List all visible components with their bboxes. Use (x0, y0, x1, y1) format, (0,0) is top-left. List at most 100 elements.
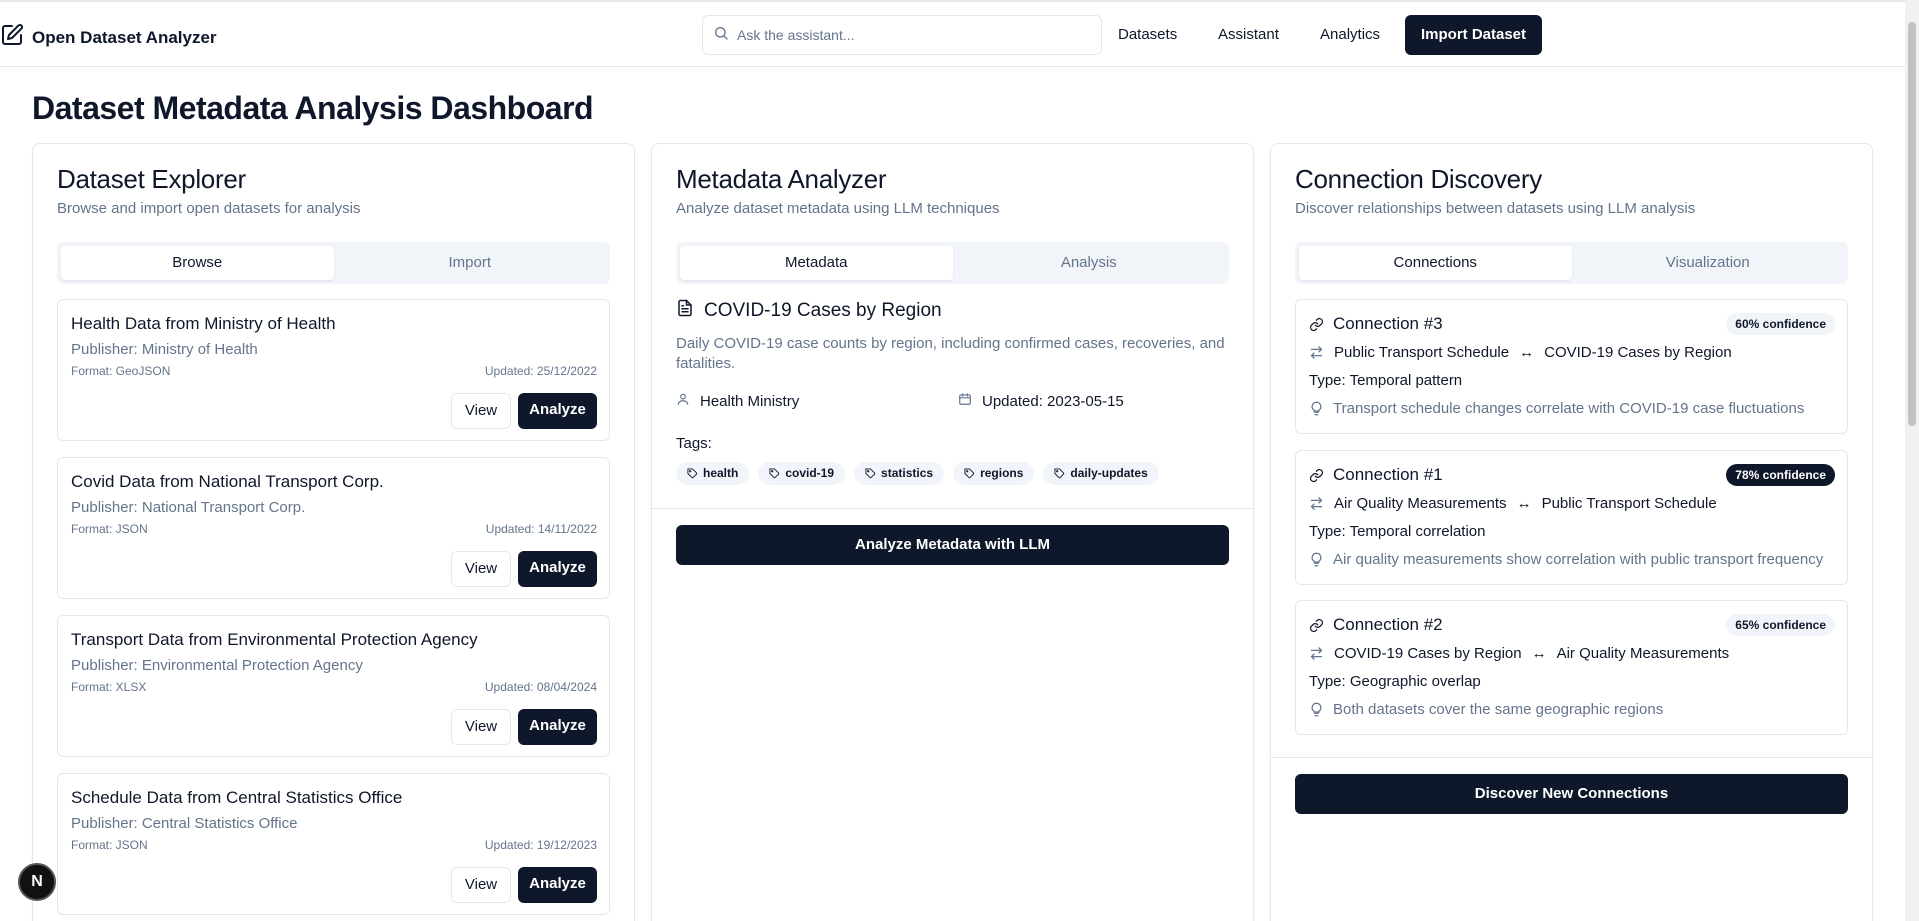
dataset-updated: Updated: 08/04/2024 (484, 680, 597, 694)
connection-discovery-card: Connection Discovery Discover relationsh… (1270, 143, 1873, 921)
tab-import[interactable]: Import (334, 246, 607, 280)
tab-metadata[interactable]: Metadata (680, 246, 953, 280)
connection-target: Air Quality Measurements (1556, 645, 1730, 662)
brand[interactable]: Open Dataset Analyzer (0, 23, 217, 52)
analyze-button[interactable]: Analyze (518, 867, 597, 903)
discovery-tabs: Connections Visualization (1295, 242, 1848, 284)
scrollbar-thumb[interactable] (1908, 22, 1916, 426)
card-title: Dataset Explorer (57, 164, 246, 194)
arrows-exchange-icon (1310, 647, 1323, 660)
dataset-title: Schedule Data from Central Statistics Of… (71, 788, 403, 807)
connection-insight-text: Air quality measurements show correlatio… (1333, 551, 1824, 568)
analyze-button[interactable]: Analyze (518, 709, 597, 745)
tag-icon (964, 468, 975, 479)
dataset-format: Format: GeoJSON (71, 364, 171, 378)
connection-pair: Air Quality Measurements ↔ Public Transp… (1309, 495, 1717, 512)
tag-label: health (703, 466, 739, 480)
connection-title: Connection #2 (1333, 615, 1443, 634)
connection-type: Type: Temporal correlation (1309, 523, 1486, 540)
dataset-header: COVID-19 Cases by Region (676, 299, 942, 322)
connection-type-prefix: Type: (1309, 673, 1346, 690)
analyze-button[interactable]: Analyze (518, 393, 597, 429)
connection-type-prefix: Type: (1309, 372, 1346, 389)
tag-icon (687, 468, 698, 479)
connection-card[interactable]: Connection #3 60% confidence Public Tran… (1295, 299, 1848, 434)
view-button[interactable]: View (451, 551, 511, 587)
dev-tools-button[interactable]: N (18, 863, 56, 901)
dataset-format: Format: JSON (71, 522, 148, 536)
connection-card[interactable]: Connection #1 78% confidence Air Quality… (1295, 450, 1848, 585)
lightbulb-icon (1311, 702, 1322, 717)
view-button[interactable]: View (451, 393, 511, 429)
connection-insight: Air quality measurements show correlatio… (1309, 551, 1823, 568)
connection-source: Air Quality Measurements (1334, 495, 1507, 512)
connection-title: Connection #1 (1333, 465, 1443, 484)
assistant-search[interactable] (702, 15, 1102, 55)
tag-icon (769, 468, 780, 479)
dataset-publisher: Publisher: Ministry of Health (71, 341, 258, 358)
view-button[interactable]: View (451, 709, 511, 745)
confidence-badge: 78% confidence (1726, 464, 1835, 486)
tags-label: Tags: (676, 435, 712, 452)
publisher-row: Health Ministry (676, 392, 799, 410)
arrows-exchange-icon (1310, 497, 1323, 510)
view-button[interactable]: View (451, 867, 511, 903)
analyze-metadata-button[interactable]: Analyze Metadata with LLM (676, 525, 1229, 565)
dataset-item: Health Data from Ministry of Health Publ… (57, 299, 610, 441)
import-dataset-button[interactable]: Import Dataset (1405, 15, 1543, 55)
lightbulb-icon (1311, 552, 1322, 567)
page-scrollbar[interactable] (1905, 0, 1919, 921)
tab-analysis[interactable]: Analysis (953, 246, 1226, 280)
tab-visualization[interactable]: Visualization (1572, 246, 1845, 280)
connection-type-value: Geographic overlap (1349, 673, 1481, 690)
dataset-title: COVID-19 Cases by Region (704, 299, 942, 321)
connection-insight: Both datasets cover the same geographic … (1309, 701, 1663, 718)
tab-connections[interactable]: Connections (1299, 246, 1572, 280)
dataset-item: Covid Data from National Transport Corp.… (57, 457, 610, 599)
connection-header: Connection #3 (1309, 314, 1443, 334)
connection-target: COVID-19 Cases by Region (1544, 344, 1732, 361)
dataset-description: Daily COVID-19 case counts by region, in… (676, 335, 1225, 372)
tag-label: covid-19 (785, 466, 835, 480)
tag: daily-updates (1043, 462, 1159, 485)
connection-card[interactable]: Connection #2 65% confidence COVID-19 Ca… (1295, 600, 1848, 735)
search-icon (713, 25, 729, 46)
link-icon (1309, 317, 1324, 331)
top-navigation-bar: Open Dataset Analyzer Datasets Assistant… (0, 0, 1905, 67)
metadata-analyzer-card: Metadata Analyzer Analyze dataset metada… (651, 143, 1254, 921)
card-description: Analyze dataset metadata using LLM techn… (676, 200, 1000, 217)
link-icon (1309, 468, 1324, 482)
assistant-search-input[interactable] (737, 27, 1077, 43)
dataset-publisher: Publisher: Environmental Protection Agen… (71, 657, 363, 674)
user-icon (676, 392, 690, 410)
card-description: Discover relationships between datasets … (1295, 200, 1696, 217)
connection-pair: COVID-19 Cases by Region ↔ Air Quality M… (1309, 645, 1729, 662)
tag-list: health covid-19 statistics regions daily… (676, 462, 1159, 485)
card-title: Metadata Analyzer (676, 164, 887, 194)
dataset-title: Covid Data from National Transport Corp. (71, 472, 384, 491)
discover-connections-button[interactable]: Discover New Connections (1295, 774, 1848, 814)
connection-type-value: Temporal correlation (1349, 523, 1486, 540)
tab-browse[interactable]: Browse (61, 246, 334, 280)
connection-header: Connection #2 (1309, 615, 1443, 635)
nav-datasets[interactable]: Datasets (1104, 15, 1191, 55)
nav-analytics[interactable]: Analytics (1306, 15, 1394, 55)
tag-label: statistics (881, 466, 934, 480)
card-description: Browse and import open datasets for anal… (57, 200, 361, 217)
connection-title: Connection #3 (1333, 314, 1443, 333)
connection-type: Type: Geographic overlap (1309, 673, 1481, 690)
lightbulb-icon (1311, 401, 1322, 416)
card-title: Connection Discovery (1295, 164, 1542, 194)
confidence-badge: 65% confidence (1726, 614, 1835, 636)
analyze-button[interactable]: Analyze (518, 551, 597, 587)
tag: regions (953, 462, 1035, 485)
nav-assistant[interactable]: Assistant (1204, 15, 1293, 55)
analyzer-tabs: Metadata Analysis (676, 242, 1229, 284)
edit-icon (0, 23, 24, 52)
connection-insight-text: Both datasets cover the same geographic … (1333, 701, 1664, 718)
dataset-explorer-card: Dataset Explorer Browse and import open … (32, 143, 635, 921)
connection-target: Public Transport Schedule (1541, 495, 1717, 512)
explorer-tabs: Browse Import (57, 242, 610, 284)
file-text-icon (676, 299, 694, 322)
tag-label: daily-updates (1070, 466, 1148, 480)
